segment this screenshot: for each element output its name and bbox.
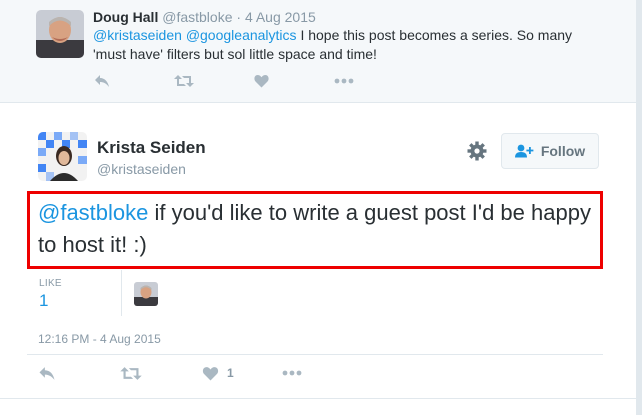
reply-actions: [94, 73, 414, 89]
like-stat-label: LIKE: [39, 278, 62, 289]
main-author-name[interactable]: Krista Seiden: [97, 138, 206, 158]
reply-mention-googleanalytics[interactable]: @googleanalytics: [186, 27, 297, 43]
main-author-avatar[interactable]: [38, 132, 87, 181]
tweet-timestamp[interactable]: 12:16 PM - 4 Aug 2015: [38, 332, 161, 346]
reply-author-handle[interactable]: @fastbloke: [162, 9, 232, 25]
actions-divider: [27, 354, 603, 355]
main-retweet-button[interactable]: [120, 366, 202, 381]
follow-button[interactable]: Follow: [501, 133, 599, 169]
reply-date[interactable]: 4 Aug 2015: [245, 9, 316, 25]
more-icon: [282, 370, 302, 376]
main-reply-button[interactable]: [38, 366, 120, 381]
reply-header: Doug Hall @fastbloke · 4 Aug 2015: [93, 8, 316, 26]
main-actions: 1: [38, 364, 302, 382]
reply-separator: ·: [236, 9, 242, 25]
main-like-count: 1: [227, 366, 234, 380]
scrollbar-track[interactable]: [636, 0, 642, 415]
reply-more-button[interactable]: [334, 78, 414, 84]
reply-retweet-button[interactable]: [174, 74, 254, 88]
tweet-stats: LIKE 1: [27, 270, 603, 316]
retweet-icon: [174, 74, 194, 88]
reply-author-name[interactable]: Doug Hall: [93, 9, 158, 25]
main-more-button[interactable]: [282, 370, 302, 376]
reply-like-button[interactable]: [254, 74, 334, 88]
reply-icon: [94, 74, 110, 88]
reply-text: @kristaseiden @googleanalytics I hope th…: [93, 26, 608, 64]
tweet-page: Doug Hall @fastbloke · 4 Aug 2015 @krist…: [0, 0, 642, 415]
main-tweet-text: @fastbloke if you'd like to write a gues…: [38, 197, 598, 261]
gear-icon[interactable]: [466, 140, 488, 162]
reply-reply-button[interactable]: [94, 74, 174, 88]
stats-divider: [121, 270, 122, 316]
bottom-divider: [0, 398, 636, 399]
follow-button-label: Follow: [540, 143, 586, 159]
reply-mention-kristaseiden[interactable]: @kristaseiden: [93, 27, 182, 43]
reply-tweet[interactable]: Doug Hall @fastbloke · 4 Aug 2015 @krist…: [0, 0, 636, 103]
main-author-handle[interactable]: @kristaseiden: [97, 161, 186, 177]
like-icon: [254, 74, 269, 88]
like-stat-count[interactable]: 1: [39, 291, 48, 311]
like-icon: [202, 366, 219, 381]
main-mention-fastbloke[interactable]: @fastbloke: [38, 200, 148, 225]
follow-person-icon: [514, 144, 535, 158]
retweet-icon: [120, 366, 142, 381]
more-icon: [334, 78, 354, 84]
main-like-button[interactable]: 1: [202, 366, 282, 381]
reply-author-avatar[interactable]: [36, 10, 84, 58]
reply-icon: [38, 366, 56, 381]
liker-avatar[interactable]: [134, 282, 158, 306]
